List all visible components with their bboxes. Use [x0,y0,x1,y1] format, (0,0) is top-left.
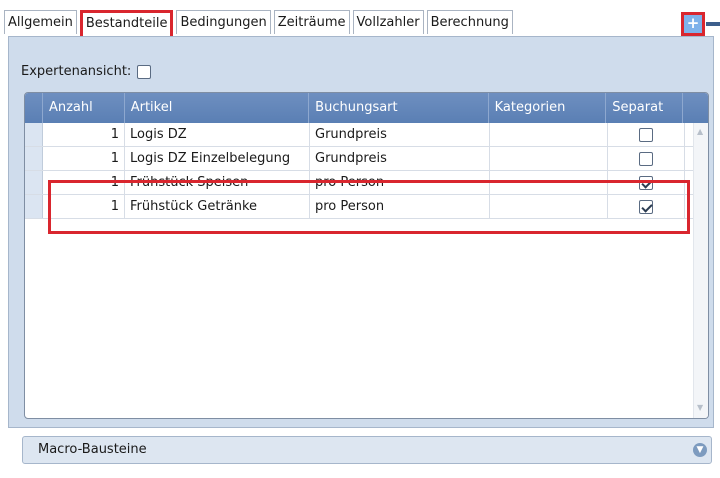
grid-header: Anzahl Artikel Buchungsart Kategorien Se… [25,93,708,123]
macro-bausteine-section[interactable]: Macro-Bausteine ▼ [22,436,712,464]
row-selector[interactable] [25,123,43,146]
column-header-anzahl[interactable]: Anzahl [43,93,125,123]
cell-artikel[interactable]: Logis DZ Einzelbelegung [125,147,310,170]
table-row[interactable]: 1 Frühstück Getränke pro Person [25,195,708,219]
scroll-up-arrow-icon[interactable]: ▲ [697,127,703,136]
cell-kategorien[interactable] [490,195,608,218]
remove-button[interactable] [706,22,720,26]
expand-chevron-icon[interactable]: ▼ [693,443,707,457]
tab-vollzahler[interactable]: Vollzahler [352,10,424,34]
expert-view-checkbox[interactable] [137,64,152,79]
tab-actions: + [681,12,720,36]
separat-checkbox[interactable] [639,175,653,190]
scroll-down-arrow-icon[interactable]: ▼ [697,403,703,412]
cell-separat [608,147,685,170]
tab-bedingungen[interactable]: Bedingungen [176,10,271,34]
tab-allgemein[interactable]: Allgemein [4,10,77,34]
macro-bausteine-label: Macro-Bausteine [38,442,147,457]
column-header-separat[interactable]: Separat [606,93,684,123]
vertical-scrollbar[interactable]: ▲ ▼ [693,123,708,418]
row-selector[interactable] [25,147,43,170]
column-header-kategorien[interactable]: Kategorien [489,93,607,123]
tab-bestandteile[interactable]: Bestandteile [79,10,174,36]
cell-anzahl[interactable]: 1 [43,171,125,194]
row-selector[interactable] [25,171,43,194]
add-button[interactable]: + [681,12,705,36]
cell-buchungsart[interactable]: pro Person [310,195,490,218]
cell-artikel[interactable]: Logis DZ [125,123,310,146]
cell-buchungsart[interactable]: pro Person [310,171,490,194]
separat-checkbox[interactable] [639,127,653,142]
cell-anzahl[interactable]: 1 [43,123,125,146]
table-row[interactable]: 1 Logis DZ Einzelbelegung Grundpreis [25,147,708,171]
cell-anzahl[interactable]: 1 [43,195,125,218]
column-header-buchungsart[interactable]: Buchungsart [309,93,489,123]
header-filler [683,93,708,123]
table-row[interactable]: 1 Frühstück Speisen pro Person [25,171,708,195]
separat-checkbox[interactable] [639,151,653,166]
cell-kategorien[interactable] [490,171,608,194]
cell-buchungsart[interactable]: Grundpreis [310,147,490,170]
column-header-artikel[interactable]: Artikel [125,93,310,123]
cell-separat [608,123,685,146]
cell-artikel[interactable]: Frühstück Speisen [125,171,310,194]
cell-separat [608,171,685,194]
expert-view-label: Expertenansicht: [21,64,132,79]
cell-kategorien[interactable] [490,147,608,170]
cell-separat [608,195,685,218]
bestandteile-panel: Expertenansicht: Anzahl Artikel Buchungs… [8,36,714,428]
expert-view-option: Expertenansicht: [21,64,152,79]
tab-zeitraeume[interactable]: Zeiträume [273,10,350,34]
separat-checkbox[interactable] [639,199,653,214]
row-selector-header [25,93,43,123]
cell-kategorien[interactable] [490,123,608,146]
cell-buchungsart[interactable]: Grundpreis [310,123,490,146]
tab-berechnung[interactable]: Berechnung [426,10,513,34]
cell-artikel[interactable]: Frühstück Getränke [125,195,310,218]
row-selector[interactable] [25,195,43,218]
table-row[interactable]: 1 Logis DZ Grundpreis [25,123,708,147]
tab-strip: Allgemein Bestandteile Bedingungen Zeitr… [4,10,516,36]
cell-anzahl[interactable]: 1 [43,147,125,170]
components-grid: Anzahl Artikel Buchungsart Kategorien Se… [24,92,709,419]
